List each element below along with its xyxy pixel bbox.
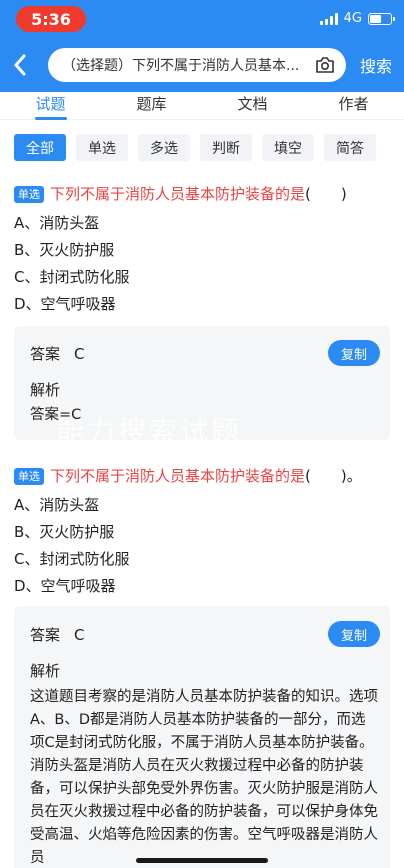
tab-bar: 试题 题库 文档 作者	[0, 92, 404, 120]
answer-label: 答案	[30, 626, 61, 644]
tab-questions[interactable]: 试题	[0, 92, 101, 120]
back-button[interactable]	[6, 50, 34, 80]
question-header: 单选 下列不属于消防人员基本防护装备的是 ( )。	[14, 465, 394, 487]
option-a: A、消防头盔	[14, 214, 100, 232]
battery-icon	[368, 12, 395, 25]
camera-icon[interactable]	[314, 54, 336, 76]
question-type-badge: 单选	[14, 467, 44, 485]
filter-all[interactable]: 全部	[14, 134, 66, 161]
analysis-text: 这道题目考察的是消防人员基本防护装备的知识。选项A、B、D都是消防人员基本防护装…	[30, 689, 378, 866]
status-bar: 5:36 4G	[0, 0, 404, 38]
answer-card: 答案 C 复制 解析 这道题目考察的是消防人员基本防护装备的知识。选项A、B、D都…	[14, 606, 390, 868]
home-indicator[interactable]	[136, 858, 268, 863]
question-header: 单选 下列不属于消防人员基本防护装备的是 ( )	[14, 183, 394, 205]
option-b: B、灭火防护服	[14, 523, 115, 541]
chevron-left-icon	[14, 54, 26, 76]
option-list: A、消防头盔 B、灭火防护服 C、封闭式防化服 D、空气呼吸器	[14, 210, 394, 318]
tab-documents[interactable]: 文档	[202, 92, 303, 119]
question-item[interactable]: 单选 下列不属于消防人员基本防护装备的是 ( ) A、消防头盔 B、灭火防护服 …	[14, 183, 394, 318]
question-item[interactable]: 单选 下列不属于消防人员基本防护装备的是 ( )。 A、消防头盔 B、灭火防护服…	[14, 465, 394, 600]
answer-value: C	[74, 345, 85, 363]
option-d: D、空气呼吸器	[14, 295, 116, 313]
option-d: D、空气呼吸器	[14, 577, 116, 595]
option-c: C、封闭式防化服	[14, 550, 130, 568]
tab-question-bank[interactable]: 题库	[101, 92, 202, 119]
type-filter-bar: 全部 单选 多选 判断 填空 简答	[14, 134, 376, 161]
copy-button[interactable]: 复制	[328, 340, 380, 366]
option-b: B、灭火防护服	[14, 241, 115, 259]
network-type: 4G	[343, 11, 362, 26]
analysis-label: 解析	[30, 381, 61, 399]
filter-true-false[interactable]: 判断	[200, 134, 252, 161]
copy-button[interactable]: 复制	[328, 621, 380, 647]
question-stem: 下列不属于消防人员基本防护装备的是	[50, 467, 306, 485]
tab-authors[interactable]: 作者	[303, 92, 404, 119]
analysis-text: 答案=C	[30, 407, 82, 423]
question-blank: ( )。	[305, 467, 362, 485]
analysis-label: 解析	[30, 662, 61, 680]
question-stem: 下列不属于消防人员基本防护装备的是	[50, 185, 306, 203]
filter-short-answer[interactable]: 简答	[324, 134, 376, 161]
question-blank: ( )	[305, 185, 347, 203]
answer-card: 答案 C 复制 解析 答案=C	[14, 326, 390, 440]
signal-icon	[319, 12, 338, 25]
answer-row: 答案 C	[30, 343, 85, 364]
option-a: A、消防头盔	[14, 496, 100, 514]
search-field[interactable]: （选择题）下列不属于消防人员基本...	[48, 48, 346, 82]
question-type-badge: 单选	[14, 185, 44, 203]
status-time: 5:36	[16, 6, 86, 32]
option-c: C、封闭式防化服	[14, 268, 130, 286]
status-indicators: 4G	[319, 11, 395, 26]
answer-value: C	[74, 626, 85, 644]
search-input[interactable]: （选择题）下列不属于消防人员基本...	[62, 55, 310, 75]
answer-row: 答案 C	[30, 624, 85, 645]
filter-fill-blank[interactable]: 填空	[262, 134, 314, 161]
answer-label: 答案	[30, 345, 61, 363]
header-bar: 5:36 4G （选择题）下列不属于消防人员基本... 搜索	[0, 0, 404, 92]
filter-single-choice[interactable]: 单选	[76, 134, 128, 161]
option-list: A、消防头盔 B、灭火防护服 C、封闭式防化服 D、空气呼吸器	[14, 492, 394, 600]
filter-multiple-choice[interactable]: 多选	[138, 134, 190, 161]
search-button[interactable]: 搜索	[360, 53, 392, 77]
